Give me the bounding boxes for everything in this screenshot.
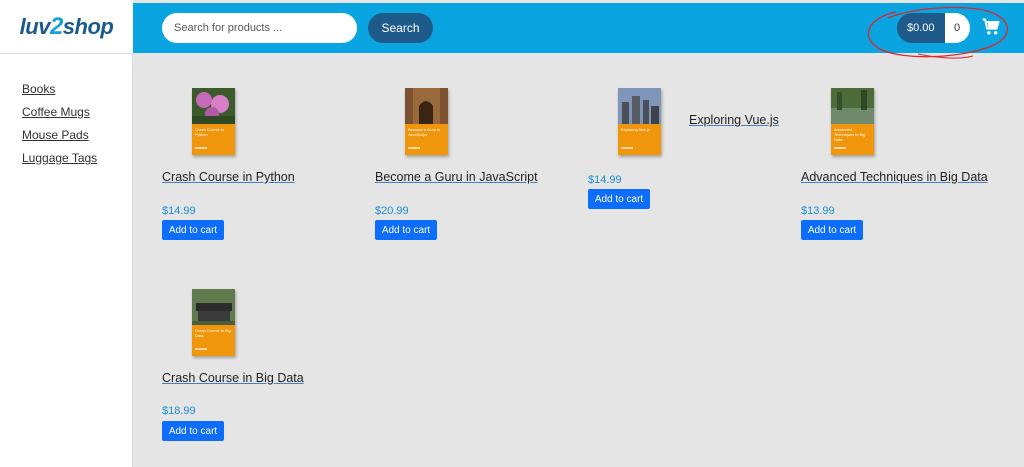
search-input[interactable] bbox=[162, 13, 357, 43]
product-price: $13.99 bbox=[801, 205, 835, 217]
category-sidebar: Books Coffee Mugs Mouse Pads Luggage Tag… bbox=[0, 54, 133, 467]
cart-status[interactable]: $0.00 0 bbox=[897, 13, 970, 43]
book-cover-image[interactable]: Advanced Techniques in Big Data bbox=[831, 88, 874, 155]
add-to-cart-button[interactable]: Add to cart bbox=[162, 421, 224, 441]
product-title[interactable]: Exploring Vue.js bbox=[689, 113, 779, 127]
add-to-cart-button[interactable]: Add to cart bbox=[375, 220, 437, 240]
book-cover-image[interactable]: Become a Guru in JavaScript bbox=[405, 88, 448, 155]
product-price: $14.99 bbox=[588, 174, 622, 186]
book-cover-image[interactable]: Crash Course in Big Data bbox=[192, 289, 235, 356]
book-cover-image[interactable]: Crash Course in Python bbox=[192, 88, 235, 155]
shopping-cart-icon[interactable] bbox=[981, 17, 1001, 37]
product-title[interactable]: Advanced Techniques in Big Data bbox=[801, 170, 988, 184]
product-title[interactable]: Crash Course in Big Data bbox=[162, 371, 304, 385]
add-to-cart-button[interactable]: Add to cart bbox=[801, 220, 863, 240]
cart-total: $0.00 bbox=[897, 13, 945, 43]
product-price: $18.99 bbox=[162, 405, 196, 417]
logo-area[interactable]: luv2shop bbox=[0, 0, 133, 54]
sidebar-item-coffee-mugs[interactable]: Coffee Mugs bbox=[22, 105, 132, 119]
product-title[interactable]: Become a Guru in JavaScript bbox=[375, 170, 538, 184]
add-to-cart-button[interactable]: Add to cart bbox=[588, 189, 650, 209]
logo[interactable]: luv2shop bbox=[20, 13, 114, 41]
book-cover-image[interactable]: Exploring Vue.js bbox=[618, 88, 661, 155]
header-bar: Search $0.00 0 bbox=[133, 3, 1024, 53]
cart-quantity: 0 bbox=[944, 13, 970, 43]
product-title[interactable]: Crash Course in Python bbox=[162, 170, 295, 184]
sidebar-item-books[interactable]: Books bbox=[22, 82, 132, 96]
add-to-cart-button[interactable]: Add to cart bbox=[162, 220, 224, 240]
search-button[interactable]: Search bbox=[368, 13, 433, 43]
sidebar-item-luggage-tags[interactable]: Luggage Tags bbox=[22, 151, 132, 165]
product-price: $20.99 bbox=[375, 205, 409, 217]
sidebar-item-mouse-pads[interactable]: Mouse Pads bbox=[22, 128, 132, 142]
product-price: $14.99 bbox=[162, 205, 196, 217]
